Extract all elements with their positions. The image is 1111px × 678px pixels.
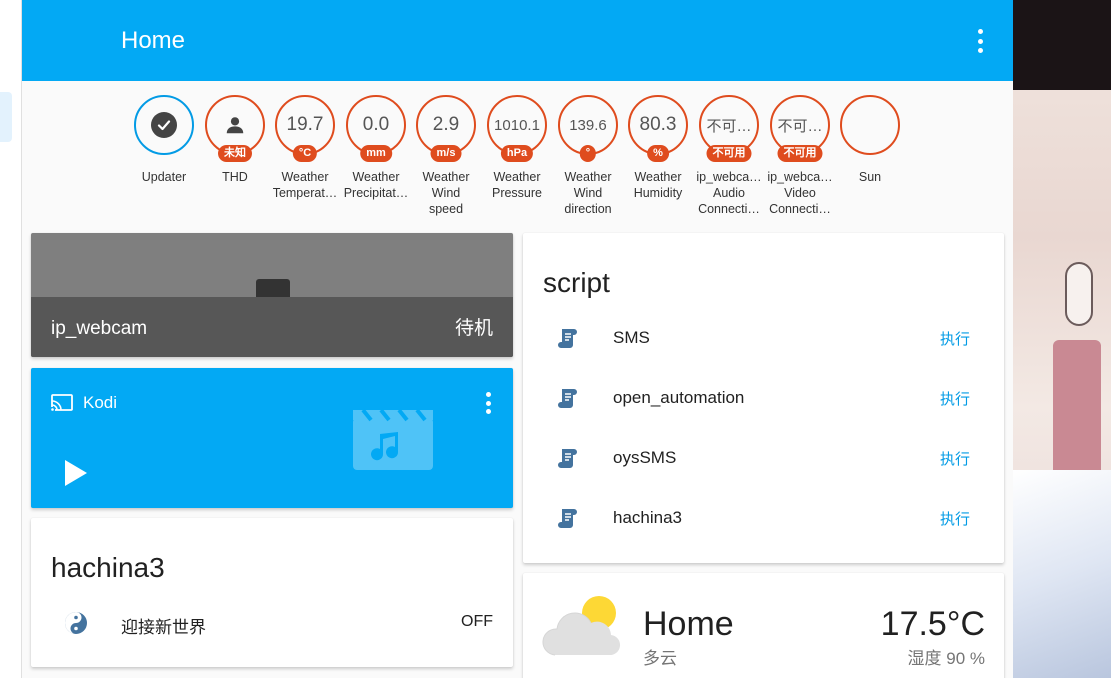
run-script-button[interactable]: 执行	[940, 508, 970, 529]
weather-location: Home	[643, 605, 734, 643]
script-row: oysSMS 执行	[523, 438, 1004, 478]
card-title: hachina3	[51, 552, 165, 583]
more-options-icon[interactable]	[977, 29, 983, 53]
selected-indicator	[0, 92, 12, 142]
entity-state: OFF	[461, 613, 493, 630]
check-circle-icon	[151, 112, 177, 138]
page-title: Home	[121, 27, 186, 54]
side-panel-edge	[0, 0, 22, 678]
badge-unit: °C	[292, 145, 318, 162]
badge-weather-temperature[interactable]: 19.7 °C Weather Temperat…	[270, 95, 340, 201]
entity-row[interactable]: 迎接新世界 OFF	[31, 608, 513, 638]
more-options-icon[interactable]	[485, 392, 491, 414]
badge-value: 19.7	[286, 114, 324, 135]
badge-value: 80.3	[639, 114, 677, 135]
desktop-wallpaper	[1013, 0, 1111, 678]
badge-value: 不可…	[777, 117, 823, 135]
badge-value: 0.0	[362, 114, 390, 135]
badge-unit: 不可用	[777, 145, 823, 162]
script-card: script SMS 执行 open_automation 执行 oysSMS …	[523, 233, 1004, 563]
badge-weather-wind-direction[interactable]: 139.6 ° Weather Wind direction	[553, 95, 623, 217]
badge-weather-wind-speed[interactable]: 2.9 m/s Weather Wind speed	[411, 95, 481, 217]
kodi-name: Kodi	[83, 393, 118, 412]
script-row: SMS 执行	[523, 318, 1004, 358]
badge-weather-pressure[interactable]: 1010.1 hPa Weather Pressure	[482, 95, 552, 201]
badge-weather-precipitation[interactable]: 0.0 mm Weather Precipitat…	[341, 95, 411, 201]
script-label: oysSMS	[613, 448, 677, 467]
script-row: hachina3 执行	[523, 498, 1004, 538]
badge-webcam-audio[interactable]: 不可… 不可用 ip_webca… Audio Connecti…	[694, 95, 764, 217]
badge-unit: hPa	[500, 145, 534, 162]
badge-weather-humidity[interactable]: 80.3 % Weather Humidity	[623, 95, 693, 201]
run-script-button[interactable]: 执行	[940, 448, 970, 469]
camera-name: ip_webcam	[51, 318, 148, 339]
badge-unit: °	[579, 145, 597, 162]
script-label: SMS	[613, 328, 650, 347]
person-icon	[226, 117, 244, 134]
badge-value: 139.6	[569, 116, 607, 134]
partly-cloudy-icon	[542, 596, 621, 656]
badge-unit: %	[647, 145, 669, 162]
badge-row: Updater 未知 THD 19.7 °C Weather Temperat… …	[22, 95, 1013, 225]
run-script-button[interactable]: 执行	[940, 388, 970, 409]
camera-card[interactable]: ip_webcam 待机	[31, 233, 513, 357]
cast-icon	[51, 394, 73, 411]
movie-music-icon	[353, 408, 433, 470]
play-icon[interactable]	[61, 458, 91, 488]
weather-condition: 多云	[643, 649, 677, 668]
wallpaper-clock	[1065, 262, 1093, 326]
wallpaper-dark-region	[1013, 0, 1111, 90]
badge-updater[interactable]: Updater	[129, 95, 199, 185]
yin-yang-icon	[65, 612, 87, 634]
run-script-button[interactable]: 执行	[940, 328, 970, 349]
badge-webcam-video[interactable]: 不可… 不可用 ip_webca… Video Connecti…	[765, 95, 835, 217]
kodi-media-card: Kodi	[31, 368, 513, 508]
wallpaper-cat-tower	[1053, 340, 1101, 490]
script-label: open_automation	[613, 388, 745, 407]
badge-unit: mm	[360, 145, 392, 162]
camera-state: 待机	[454, 318, 493, 339]
badge-value: 不可…	[706, 117, 752, 135]
home-assistant-panel: Home Updater 未知 THD 19.7 °C Weather Temp…	[22, 0, 1013, 678]
weather-humidity: 湿度 90 %	[907, 649, 985, 668]
badge-sun[interactable]: Sun	[835, 95, 905, 185]
entity-label: 迎接新世界	[121, 618, 206, 637]
badge-unit: 不可用	[706, 145, 752, 162]
script-icon	[558, 509, 577, 528]
script-label: hachina3	[613, 508, 683, 527]
hachina-card: hachina3 迎接新世界 OFF	[31, 518, 513, 667]
script-icon	[558, 389, 577, 408]
badge-unit: 未知	[218, 145, 252, 162]
weather-temperature: 17.5°C	[880, 605, 985, 643]
script-row: open_automation 执行	[523, 378, 1004, 418]
script-icon	[558, 329, 577, 348]
app-toolbar: Home	[22, 0, 1013, 81]
badge-unit: m/s	[430, 145, 462, 162]
script-icon	[558, 449, 577, 468]
card-title: script	[543, 267, 610, 298]
weather-card[interactable]: Home 多云 17.5°C 湿度 90 %	[523, 573, 1004, 678]
badge-thd[interactable]: 未知 THD	[200, 95, 270, 185]
moon-icon	[863, 116, 872, 134]
badge-value: 2.9	[432, 114, 460, 135]
wallpaper-character	[1013, 470, 1111, 678]
badge-value: 1010.1	[494, 116, 540, 134]
